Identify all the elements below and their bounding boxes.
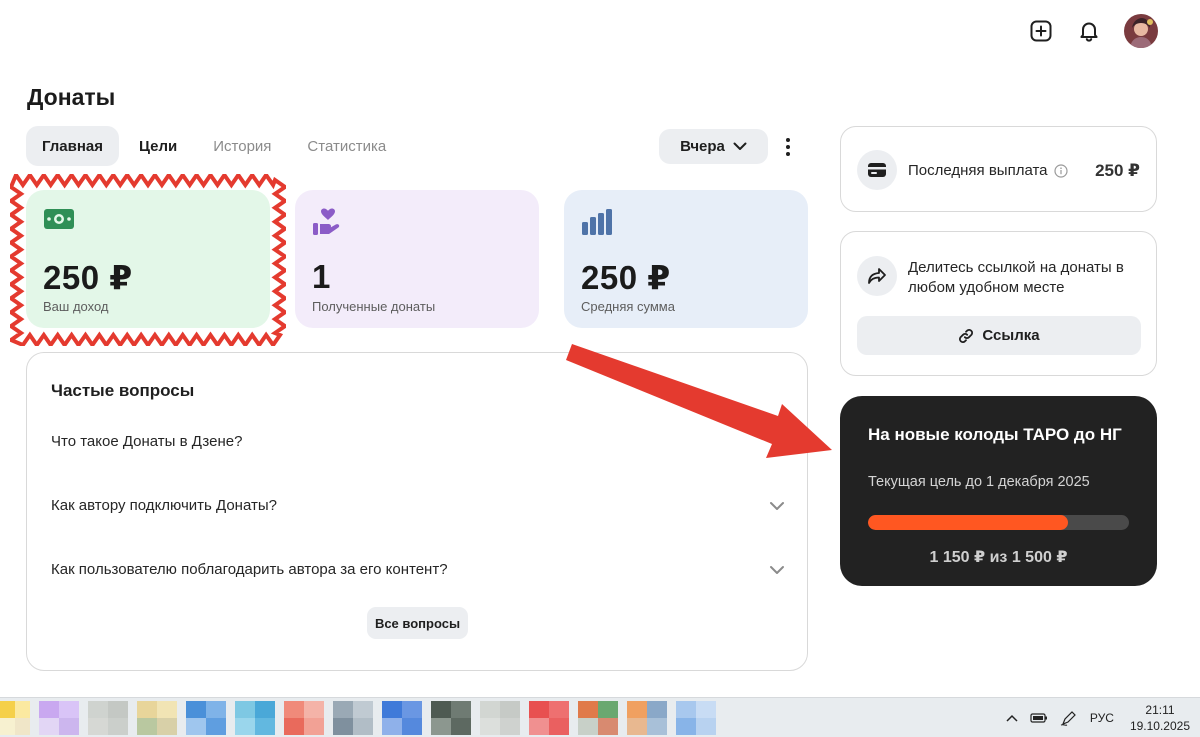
last-payout-amount: 250 ₽ [1095,161,1140,180]
chevron-down-icon [770,501,784,510]
clock-date: 19.10.2025 [1129,719,1190,733]
goal-progress-fill [868,515,1069,530]
all-questions-button[interactable]: Все вопросы [367,607,468,639]
taskbar-app-icon[interactable] [235,701,275,735]
info-icon[interactable] [1053,163,1068,178]
period-label: Вчера [680,138,725,155]
goal-progress-bar [868,515,1129,530]
faq-question: Как автору подключить Донаты? [51,497,277,514]
clock[interactable]: 21:11 19.10.2025 [1126,702,1190,734]
page-title: Донаты [27,84,116,110]
avatar[interactable] [1124,14,1158,48]
plus-square-icon[interactable] [1028,18,1054,44]
taskbar-app-icon[interactable] [39,701,79,735]
faq-title: Частые вопросы [51,381,195,400]
period-dropdown[interactable]: Вчера [659,129,768,164]
chevron-down-icon [770,437,784,446]
language-indicator[interactable]: РУС [1090,711,1114,725]
system-tray: РУС 21:11 19.10.2025 [1006,698,1200,737]
hand-heart-icon [312,208,344,241]
faq-question: Как пользователю поблагодарить автора за… [51,561,448,578]
taskbar-app-icon[interactable] [0,701,30,735]
share-card: Делитесь ссылкой на донаты в любом удобн… [840,231,1157,376]
taskbar-app-icon[interactable] [480,701,520,735]
taskbar-apps [0,698,725,737]
header-actions [1028,14,1158,48]
card-icon [857,150,897,190]
goal-subtitle: Текущая цель до 1 декабря 2025 [868,474,1090,490]
stat-card-donations: 1 Полученные донаты [295,190,539,328]
money-icon [43,208,75,235]
tabs: Главная Цели История Статистика [26,126,402,166]
tab-main[interactable]: Главная [26,126,120,166]
chevron-down-icon [733,142,747,150]
bar-chart-icon [581,208,613,241]
taskbar-app-icon[interactable] [137,701,177,735]
taskbar-app-icon[interactable] [578,701,618,735]
pen-icon[interactable] [1060,710,1078,726]
taskbar-app-icon[interactable] [333,701,373,735]
last-payout-label: Последняя выплата [908,162,1048,179]
taskbar-app-icon[interactable] [382,701,422,735]
faq-panel: Частые вопросы Что такое Донаты в Дзене?… [26,352,808,671]
goal-card[interactable]: На новые колоды ТАРО до НГ Текущая цель … [840,396,1157,586]
income-label: Ваш доход [43,299,109,314]
taskbar-app-icon[interactable] [431,701,471,735]
battery-icon[interactable] [1030,712,1048,724]
taskbar-app-icon[interactable] [676,701,716,735]
tab-history[interactable]: История [197,126,287,166]
donations-value: 1 [312,258,331,295]
stat-card-average: 250 ₽ Средняя сумма [564,190,808,328]
taskbar-app-icon[interactable] [284,701,324,735]
link-icon [959,328,974,343]
last-payout-label-row: Последняя выплата [908,162,1068,179]
more-options-icon[interactable] [779,136,797,158]
tab-goals[interactable]: Цели [123,126,193,166]
copy-link-label: Ссылка [982,327,1040,344]
share-description: Делитесь ссылкой на донаты в любом удобн… [908,259,1124,296]
copy-link-button[interactable]: Ссылка [857,316,1141,355]
taskbar-app-icon[interactable] [88,701,128,735]
last-payout-card: Последняя выплата 250 ₽ [840,126,1157,212]
clock-time: 21:11 [1145,703,1175,717]
average-label: Средняя сумма [581,299,675,314]
faq-item[interactable]: Как автору подключить Донаты? [51,497,785,514]
faq-item[interactable]: Что такое Донаты в Дзене? [51,433,785,450]
taskbar-app-icon[interactable] [627,701,667,735]
goal-title: На новые колоды ТАРО до НГ [868,425,1122,444]
faq-item[interactable]: Как пользователю поблагодарить автора за… [51,561,785,578]
stat-card-income: 250 ₽ Ваш доход [26,190,270,328]
taskbar-app-icon[interactable] [186,701,226,735]
share-arrow-icon [857,256,897,296]
donations-label: Полученные донаты [312,299,436,314]
taskbar-app-icon[interactable] [529,701,569,735]
average-value: 250 ₽ [581,259,671,296]
chevron-up-icon[interactable] [1006,714,1018,722]
tab-statistics[interactable]: Статистика [291,126,402,166]
goal-sum: 1 150 ₽ из 1 500 ₽ [929,549,1068,566]
faq-question: Что такое Донаты в Дзене? [51,433,243,450]
bell-icon[interactable] [1076,18,1102,44]
chevron-down-icon [770,565,784,574]
income-value: 250 ₽ [43,259,133,296]
taskbar: РУС 21:11 19.10.2025 [0,697,1200,737]
